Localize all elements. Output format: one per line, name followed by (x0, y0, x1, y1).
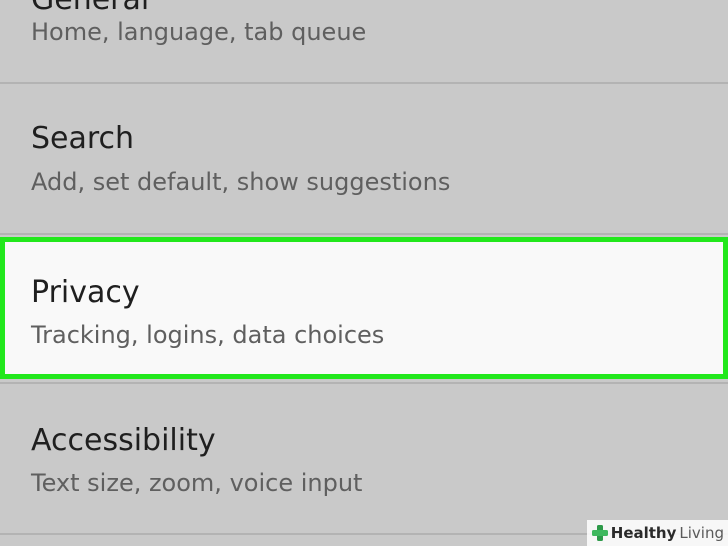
settings-item-general[interactable]: General Home, language, tab queue (0, 0, 728, 82)
settings-item-privacy[interactable]: Privacy Tracking, logins, data choices (0, 237, 728, 379)
settings-item-title: Search (31, 121, 135, 156)
settings-item-title: General (31, 0, 149, 15)
settings-screen: General Home, language, tab queue Search… (0, 0, 728, 546)
watermark-brand-strong: Healthy (610, 524, 677, 542)
settings-item-subtitle: Tracking, logins, data choices (31, 321, 385, 349)
settings-item-subtitle: Home, language, tab queue (31, 18, 367, 46)
watermark: Healthy Living (586, 520, 728, 546)
settings-item-accessibility[interactable]: Accessibility Text size, zoom, voice inp… (0, 384, 728, 534)
settings-item-subtitle: Text size, zoom, voice input (31, 469, 363, 497)
green-cross-icon (591, 525, 608, 541)
settings-item-search[interactable]: Search Add, set default, show suggestion… (0, 84, 728, 234)
settings-item-title: Accessibility (31, 423, 216, 458)
settings-item-title: Privacy (31, 275, 140, 310)
settings-item-subtitle: Add, set default, show suggestions (31, 168, 451, 196)
divider (0, 233, 728, 235)
watermark-brand-light: Living (679, 524, 724, 542)
